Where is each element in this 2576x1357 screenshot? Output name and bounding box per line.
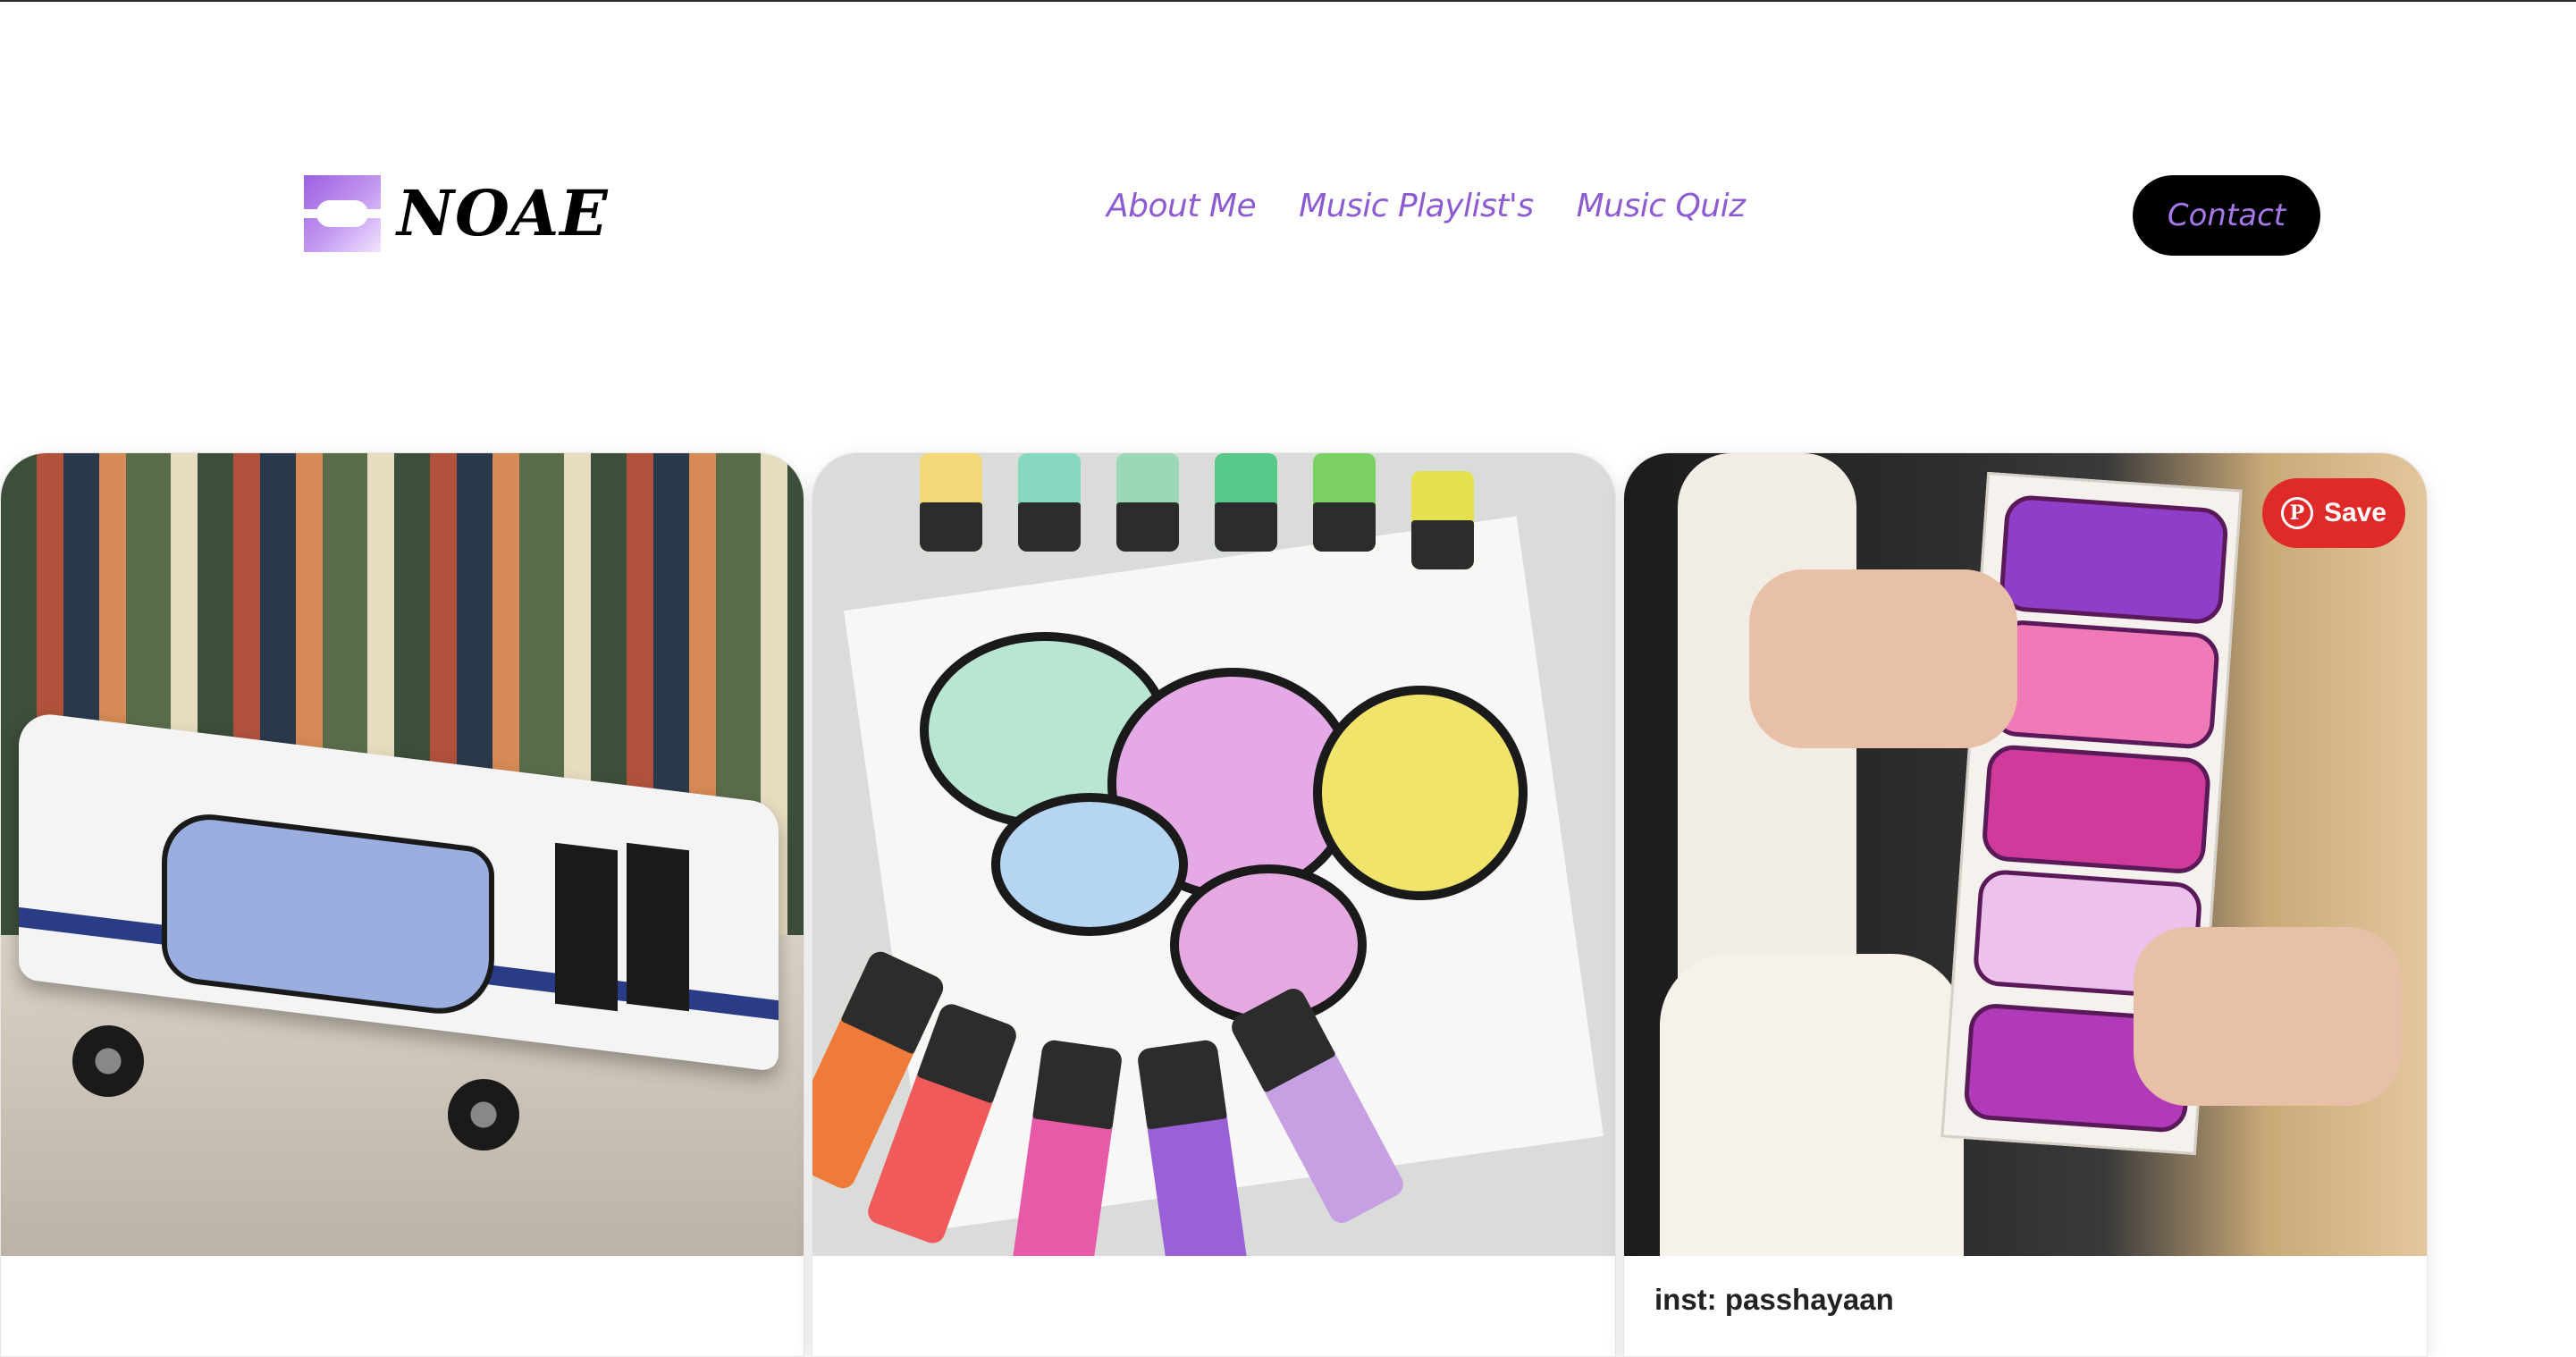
window-top-border [0, 0, 2576, 2]
save-label: Save [2323, 498, 2387, 527]
contact-button[interactable]: Contact [2133, 175, 2320, 256]
gallery-card[interactable] [812, 452, 1616, 1357]
site-name: NOAE [397, 176, 609, 250]
pinterest-icon: P [2280, 497, 2313, 529]
gallery-image-markers[interactable] [812, 453, 1615, 1256]
card-caption: inst: passhayaan [1654, 1283, 1894, 1316]
gallery-image-stickers[interactable]: P Save [1624, 453, 2427, 1256]
nav-item-music-playlists[interactable]: Music Playlist's [1299, 188, 1534, 224]
gallery: P Save inst: passhayaan [0, 452, 2576, 1357]
gallery-card[interactable] [0, 452, 804, 1357]
site-logo[interactable]: NOAE [304, 175, 609, 252]
gallery-image-bus[interactable] [1, 453, 804, 1256]
logo-icon [304, 175, 381, 252]
main-nav: About Me Music Playlist's Music Quiz [1107, 188, 1746, 224]
gallery-card[interactable]: P Save inst: passhayaan [1623, 452, 2428, 1357]
nav-item-music-quiz[interactable]: Music Quiz [1577, 188, 1746, 224]
nav-item-about-me[interactable]: About Me [1107, 188, 1257, 224]
pinterest-save-button[interactable]: P Save [2262, 478, 2405, 548]
